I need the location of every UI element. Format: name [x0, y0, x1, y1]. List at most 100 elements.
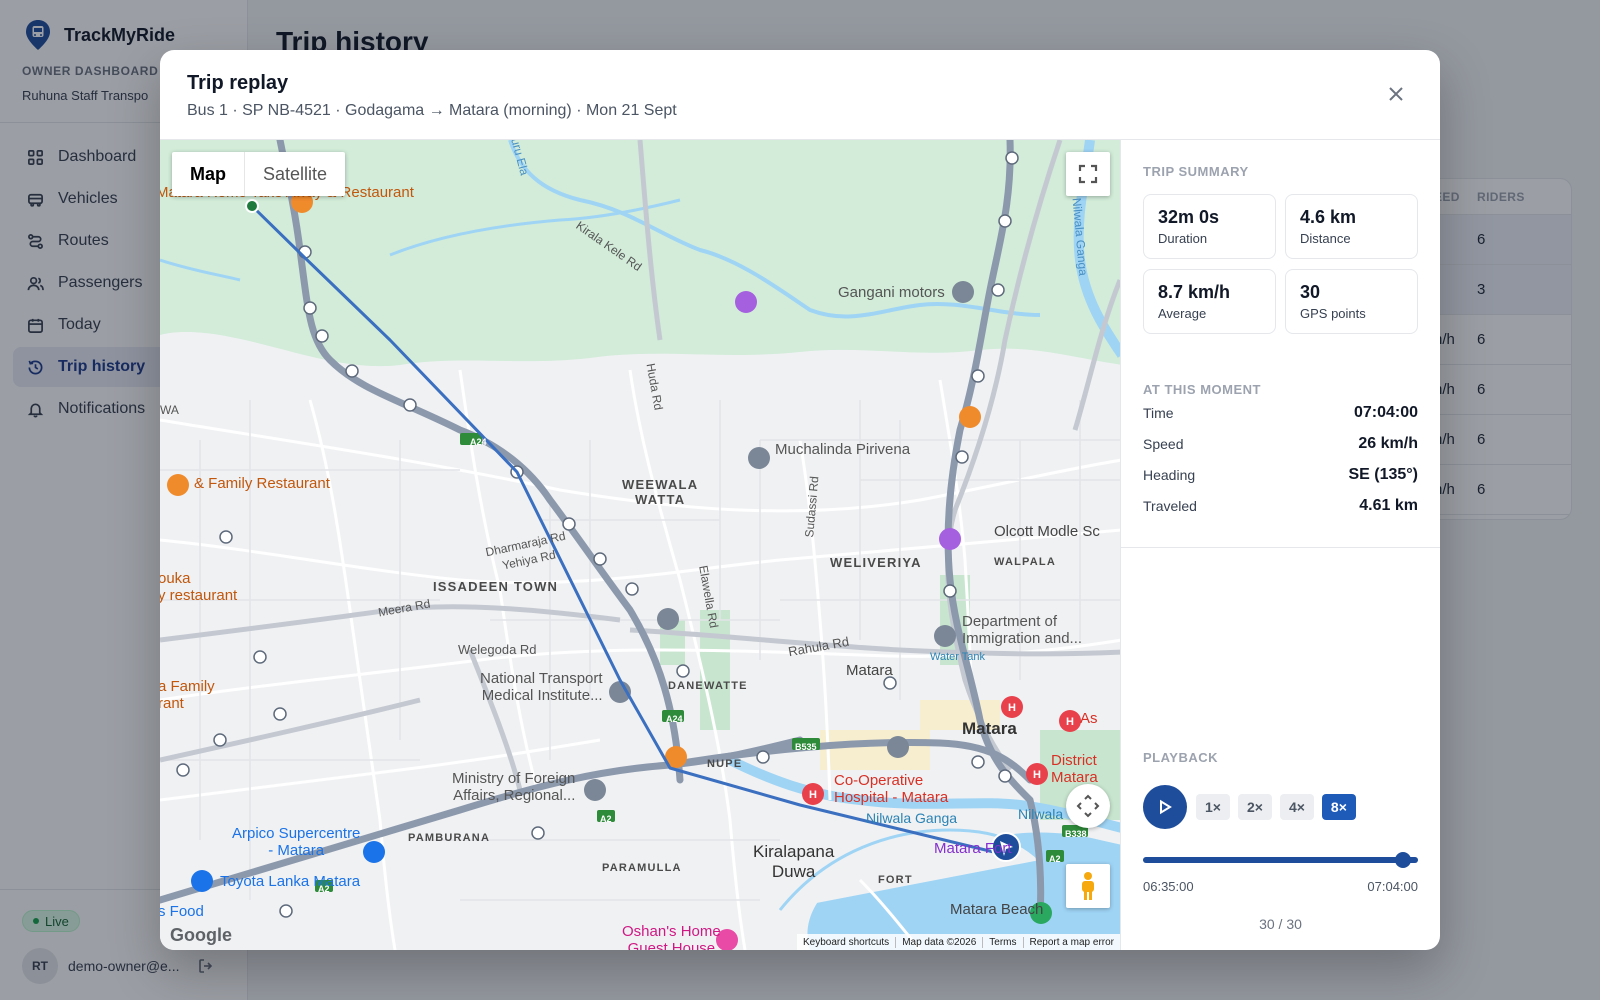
trip-summary: TRIP SUMMARY 32m 0s Duration 4.6 km Dist… [1121, 140, 1440, 548]
map-label: Ministry of Foreign Affairs, Regional... [452, 770, 576, 805]
map-label: A2 [318, 884, 330, 894]
stat-distance: 4.6 km Distance [1285, 194, 1418, 259]
modal-subtitle: Bus 1 · SP NB-4521 · Godagama → Matara (… [187, 102, 677, 119]
trip-replay-modal: Trip replay Bus 1 · SP NB-4521 · Godagam… [160, 50, 1440, 950]
moment-value: 4.61 km [1359, 496, 1418, 514]
street-view-pegman-button[interactable] [1066, 864, 1110, 908]
map-label: Water Tank [930, 651, 986, 663]
moment-row-time: Time 07:04:00 [1143, 397, 1418, 428]
map-label: Matara Fort [934, 840, 1012, 857]
stat-duration: 32m 0s Duration [1143, 194, 1276, 259]
map-label: Matara [962, 719, 1017, 738]
moment-row-traveled: Traveled 4.61 km [1143, 490, 1418, 521]
keyboard-shortcuts-link[interactable]: Keyboard shortcuts [797, 937, 895, 948]
stat-label: GPS points [1300, 306, 1366, 321]
map-label: Gangani motors [838, 284, 945, 301]
play-button[interactable] [1143, 785, 1187, 829]
map-label: Muchalinda Pirivena [775, 441, 911, 458]
map-label: WA [160, 403, 179, 417]
map-label: B338 [1065, 829, 1087, 839]
stat-value: 8.7 km/h [1158, 282, 1231, 302]
map-label: Welegoda Rd [458, 642, 537, 657]
trip-summary-heading: TRIP SUMMARY [1143, 164, 1249, 179]
svg-text:H: H [809, 789, 817, 801]
playback-slider[interactable] [1143, 852, 1418, 868]
map-label: NUPE [707, 758, 743, 770]
stat-label: Distance [1300, 231, 1351, 246]
map-label: Matara [846, 662, 893, 679]
play-icon [1160, 799, 1172, 815]
trip-details-panel: TRIP SUMMARY 32m 0s Duration 4.6 km Dist… [1120, 140, 1440, 950]
speed-1x-button[interactable]: 1× [1196, 794, 1230, 820]
close-button[interactable] [1382, 80, 1410, 108]
map-label: Olcott Modle Sc [994, 523, 1100, 540]
google-logo: Google [170, 925, 232, 945]
moment-key: Speed [1143, 435, 1184, 452]
map-label: PAMBURANA [408, 832, 491, 844]
map-label: Co-Operative Hospital - Matara [834, 772, 949, 807]
moment-key: Traveled [1143, 497, 1197, 514]
modal-body: HHHH Matara Remo Take Away & Restaurant … [160, 140, 1440, 950]
modal-header: Trip replay Bus 1 · SP NB-4521 · Godagam… [160, 50, 1440, 140]
map[interactable]: HHHH Matara Remo Take Away & Restaurant … [160, 140, 1120, 950]
slider-fill [1143, 857, 1418, 863]
summary-stats: 32m 0s Duration 4.6 km Distance 8.7 km/h… [1143, 194, 1418, 334]
map-label: Nilwala Ganga [866, 810, 958, 826]
map-type-map-button[interactable]: Map [172, 152, 245, 196]
map-label: s Food [160, 903, 204, 920]
start-time: 06:35:00 [1143, 879, 1194, 894]
map-label: ISSADEEN TOWN [433, 579, 559, 594]
map-label: a Family rant [160, 678, 215, 713]
stat-label: Duration [1158, 231, 1208, 246]
moment-key: Time [1143, 404, 1174, 421]
speed-4x-button[interactable]: 4× [1279, 794, 1314, 820]
playback-controls: 1× 2× 4× 8× [1143, 785, 1418, 829]
map-label: ouka y restaurant [160, 570, 238, 605]
speed-2x-button[interactable]: 2× [1237, 794, 1272, 820]
map-label: Nilwala [1018, 806, 1064, 822]
map-footer: Keyboard shortcuts Map data ©2026 Terms … [797, 934, 1120, 950]
playback-heading: PLAYBACK [1143, 750, 1219, 765]
map-type-control: Map Satellite [172, 152, 346, 196]
stat-average: 8.7 km/h Average [1143, 269, 1276, 334]
modal-title: Trip replay [187, 72, 289, 94]
moment-value: 26 km/h [1358, 434, 1418, 452]
map-label: A2 [1049, 854, 1061, 864]
moment-value: 07:04:00 [1353, 403, 1418, 421]
map-label: Matara Beach [950, 901, 1044, 918]
speed-8x-button[interactable]: 8× [1321, 794, 1356, 820]
slider-thumb[interactable] [1395, 852, 1411, 868]
terms-link[interactable]: Terms [982, 936, 1022, 948]
at-this-moment-heading: AT THIS MOMENT [1143, 382, 1261, 397]
map-label: Kiralapana Duwa [753, 842, 835, 881]
map-label: WELIVERIYA [830, 555, 922, 570]
map-label: District Matara [1051, 752, 1098, 787]
map-label: DANEWATTE [668, 680, 748, 692]
fullscreen-button[interactable] [1066, 152, 1110, 196]
camera-control-button[interactable] [1066, 784, 1110, 828]
map-type-satellite-button[interactable]: Satellite [245, 152, 345, 196]
report-error-link[interactable]: Report a map error [1022, 936, 1120, 948]
map-label: WALPALA [994, 556, 1056, 568]
map-label: National Transport Medical Institute... [480, 670, 603, 705]
playback: PLAYBACK 1× 2× 4× 8× 06:35:00 07:04:00 3… [1121, 750, 1440, 932]
stat-value: 32m 0s [1158, 207, 1220, 227]
stat-value: 4.6 km [1300, 207, 1357, 227]
svg-text:H: H [1008, 702, 1016, 714]
map-data-attribution: Map data ©2026 [895, 936, 982, 948]
map-label: A24 [666, 714, 683, 724]
map-label: FORT [878, 874, 913, 886]
pegman-icon [1082, 872, 1094, 900]
fullscreen-icon [1078, 164, 1098, 184]
svg-text:H: H [1033, 769, 1041, 781]
point-counter: 30 / 30 [1259, 916, 1302, 932]
map-label: A24 [470, 437, 487, 447]
moment-row-speed: Speed 26 km/h [1143, 428, 1418, 459]
stat-label: Average [1158, 306, 1207, 321]
close-icon [1389, 87, 1403, 101]
map-label: Oshan's Home Guest House [622, 923, 721, 950]
moment-key: Heading [1143, 466, 1196, 483]
map-label: Arpico Supercentre - Matara [232, 825, 361, 860]
map-label: A2 [600, 814, 612, 824]
moment-value: SE (135°) [1348, 465, 1418, 483]
